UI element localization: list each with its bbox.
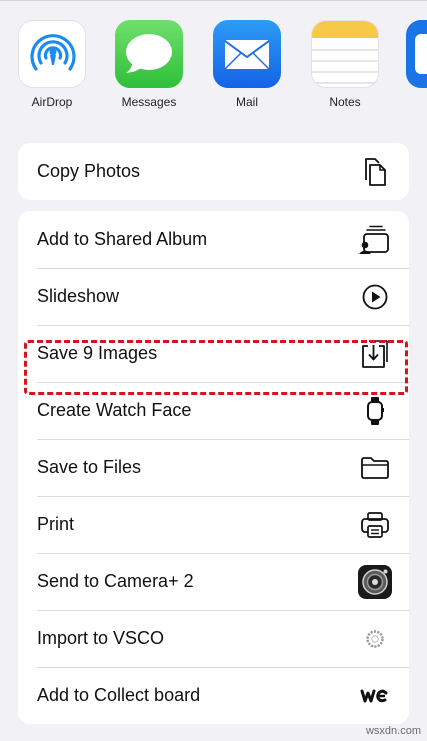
action-label: Create Watch Face: [37, 400, 192, 420]
top-border: [0, 0, 427, 1]
app-partial[interactable]: [406, 20, 427, 88]
action-print[interactable]: Print: [18, 496, 409, 553]
action-label: Save to Files: [37, 457, 142, 477]
watch-icon: [358, 394, 392, 428]
app-notes[interactable]: Notes: [310, 20, 380, 109]
app-label: Mail: [235, 95, 258, 109]
action-copy-photos[interactable]: Copy Photos: [18, 143, 409, 200]
save-download-icon: [358, 337, 392, 371]
messages-icon: [115, 20, 183, 88]
play-circle-icon: [358, 280, 392, 314]
mail-icon: [213, 20, 281, 88]
action-import-to-vsco[interactable]: Import to VSCO: [18, 610, 409, 667]
action-label: Import to VSCO: [37, 628, 165, 648]
watermark-text: wsxdn.com: [365, 725, 421, 737]
camera-plus-icon: [358, 564, 392, 599]
printer-icon: [358, 508, 392, 542]
action-group-copy: Copy Photos: [18, 143, 409, 200]
action-save-to-files[interactable]: Save to Files: [18, 439, 409, 496]
action-label: Save 9 Images: [37, 343, 158, 363]
vsco-icon: [358, 622, 392, 656]
action-create-watch-face[interactable]: Create Watch Face: [18, 382, 409, 439]
action-label: Add to Collect board: [37, 685, 201, 705]
action-label: Send to Camera+ 2: [37, 571, 194, 591]
folder-icon: [358, 451, 392, 485]
shared-album-icon: [358, 223, 392, 257]
action-add-to-collect-board[interactable]: Add to Collect board: [18, 667, 409, 724]
airdrop-icon: [18, 20, 86, 88]
action-send-to-camera-plus[interactable]: Send to Camera+ 2: [18, 553, 409, 610]
app-label: Messages: [121, 95, 177, 109]
action-label: Copy Photos: [37, 161, 141, 181]
action-label: Add to Shared Album: [37, 229, 208, 249]
app-label: Notes: [329, 95, 361, 109]
copy-icon: [358, 155, 392, 189]
action-slideshow[interactable]: Slideshow: [18, 268, 409, 325]
action-label: Print: [37, 514, 75, 534]
collect-icon: [358, 679, 392, 713]
action-add-shared-album[interactable]: Add to Shared Album: [18, 211, 409, 268]
action-group-main: Add to Shared Album Slideshow Save 9 Ima…: [18, 211, 409, 724]
action-label: Slideshow: [37, 286, 120, 306]
action-save-images[interactable]: Save 9 Images: [18, 325, 409, 382]
app-icon: [406, 20, 427, 88]
app-airdrop[interactable]: AirDrop: [17, 20, 87, 109]
notes-icon: [311, 20, 379, 88]
app-label: AirDrop: [31, 95, 73, 109]
app-messages[interactable]: Messages: [114, 20, 184, 109]
app-mail[interactable]: Mail: [212, 20, 282, 109]
